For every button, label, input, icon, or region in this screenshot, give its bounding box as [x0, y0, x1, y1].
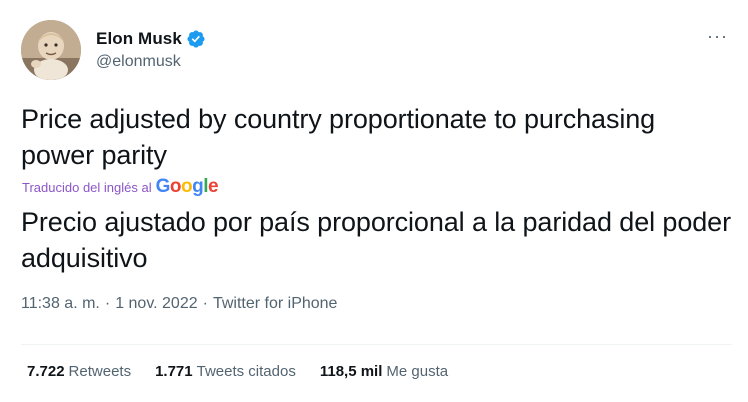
author-handle[interactable]: @elonmusk	[96, 53, 206, 71]
engagement-stats: 7.722 Retweets 1.771 Tweets citados 118,…	[27, 363, 472, 380]
display-name[interactable]: Elon Musk	[96, 29, 182, 49]
name-row: Elon Musk	[96, 28, 206, 50]
google-logo-letter: o	[180, 176, 193, 197]
likes-count: 118,5 mil	[319, 363, 383, 380]
author-info: Elon Musk @elonmusk	[96, 28, 206, 71]
translated-tweet-text: Precio ajustado por país proporcional a …	[21, 207, 731, 273]
separator: ·	[202, 295, 208, 312]
tweet-time[interactable]: 11:38 a. m.	[21, 295, 100, 313]
quote-tweets-label: Tweets citados	[196, 363, 296, 380]
tweet-date[interactable]: 1 nov. 2022	[115, 295, 197, 313]
translated-label: Traducido del inglés al	[22, 179, 152, 195]
google-logo[interactable]: Google	[155, 176, 219, 198]
retweets-count: 7.722	[27, 363, 65, 380]
more-options-icon[interactable]: ···	[707, 26, 728, 47]
retweets-label: Retweets	[68, 363, 132, 380]
avatar[interactable]	[21, 20, 81, 80]
quote-tweets-count: 1.771	[155, 363, 193, 380]
google-logo-letter: o	[169, 176, 182, 197]
quote-tweets-stat[interactable]: 1.771 Tweets citados	[155, 363, 296, 380]
google-logo-letter: G	[155, 176, 171, 197]
retweets-stat[interactable]: 7.722 Retweets	[27, 363, 131, 380]
avatar-photo-icon	[21, 20, 81, 80]
google-logo-letter: e	[207, 176, 219, 197]
tweet: Elon Musk @elonmusk ··· Price adjusted b…	[0, 0, 748, 402]
divider	[21, 344, 732, 345]
tweet-text: Price adjusted by country proportionate …	[21, 104, 656, 170]
likes-label: Me gusta	[386, 363, 449, 380]
separator: ·	[104, 295, 111, 312]
google-logo-letter: g	[192, 176, 204, 197]
likes-stat[interactable]: 118,5 mil Me gusta	[320, 363, 448, 380]
verified-badge-icon	[186, 29, 206, 49]
tweet-source[interactable]: Twitter for iPhone	[213, 295, 338, 313]
translation-attribution: Traducido del inglés al Google	[22, 176, 219, 198]
tweet-metadata: 11:38 a. m. · 1 nov. 2022 · Twitter for …	[21, 295, 337, 313]
